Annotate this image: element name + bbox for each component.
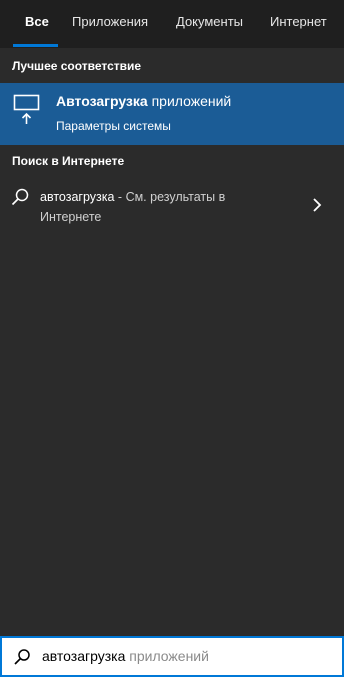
search-input[interactable]: автозагрузка приложений: [0, 636, 344, 677]
tab-all[interactable]: Все: [25, 0, 49, 48]
web-search-text: автозагрузка - См. результаты в Интернет…: [40, 187, 280, 227]
best-match-title-bold: Автозагрузка: [56, 93, 148, 109]
search-input-text[interactable]: автозагрузка приложений: [42, 648, 209, 664]
active-tab-indicator: [13, 44, 58, 47]
tab-documents[interactable]: Документы: [176, 0, 243, 48]
search-typed-text: автозагрузка: [42, 648, 126, 664]
filter-tabs: Все Приложения Документы Интернет: [0, 0, 344, 48]
search-box-icon: [14, 649, 30, 665]
search-autocomplete-text: приложений: [125, 648, 209, 664]
best-match-title: Автозагрузка приложений: [56, 93, 231, 109]
best-match-heading: Лучшее соответствие: [12, 59, 142, 73]
chevron-right-icon[interactable]: [311, 197, 323, 213]
web-search-heading: Поиск в Интернете: [12, 154, 125, 168]
best-match-subtitle: Параметры системы: [56, 119, 171, 133]
web-search-result[interactable]: автозагрузка - См. результаты в Интернет…: [0, 180, 344, 232]
web-search-query: автозагрузка: [40, 190, 115, 204]
web-search-separator: -: [114, 190, 126, 204]
best-match-result[interactable]: Автозагрузка приложений Параметры систем…: [0, 83, 344, 145]
search-icon: [11, 188, 29, 206]
tab-apps[interactable]: Приложения: [72, 0, 148, 48]
best-match-title-rest: приложений: [147, 93, 232, 109]
display-settings-icon: [13, 94, 40, 124]
tab-web[interactable]: Интернет: [270, 0, 327, 48]
